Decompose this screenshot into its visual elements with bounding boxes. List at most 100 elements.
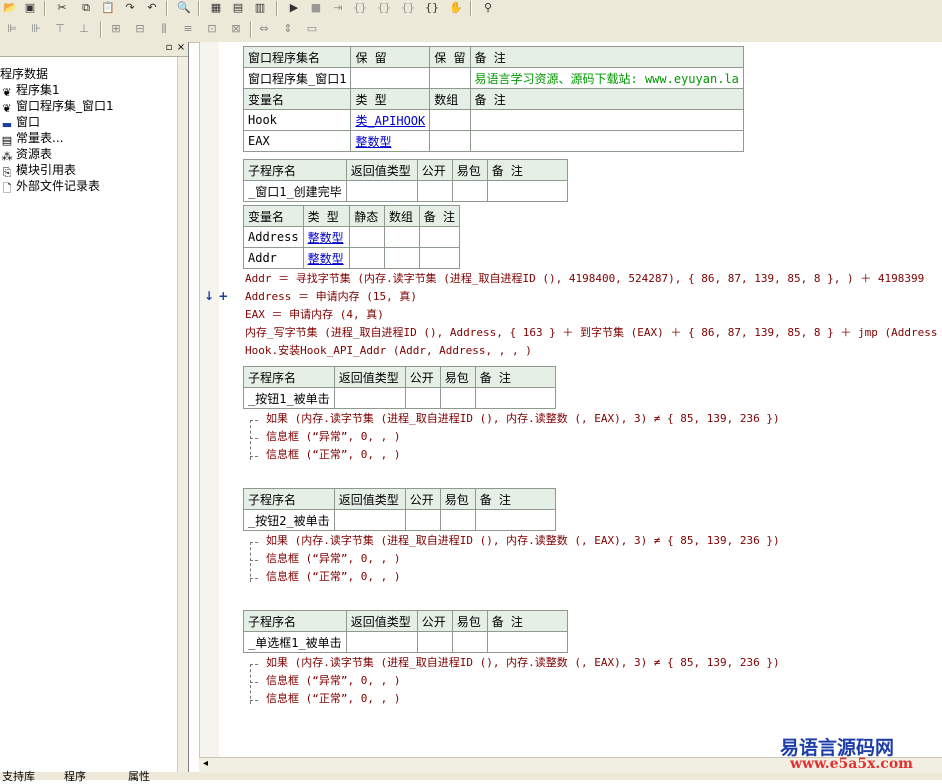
code-line[interactable]: 信息框 (“正常”, 0, , )	[266, 447, 400, 463]
code-line[interactable]: EAX ＝ 申请内存 (4, 真)	[245, 307, 384, 323]
var-type-cell[interactable]: 整数型	[302, 226, 351, 248]
cell[interactable]	[384, 247, 420, 269]
code-line[interactable]: 信息框 (“正常”, 0, , )	[266, 569, 400, 585]
same-width-icon[interactable]: ⊡	[204, 22, 220, 36]
cell[interactable]	[429, 130, 471, 152]
close-icon[interactable]: ×	[176, 43, 186, 53]
step-into-icon[interactable]: {}	[352, 1, 368, 15]
tab-properties[interactable]: 属性	[128, 768, 150, 784]
var-type-cell[interactable]: 类_APIHOOK	[350, 109, 431, 131]
same-height-icon[interactable]: ⊠	[228, 22, 244, 36]
cell[interactable]	[429, 109, 471, 131]
undo-icon[interactable]: ↶	[144, 1, 160, 15]
sub-name-cell[interactable]: _单选框1_被单击	[243, 631, 347, 653]
var-type-cell[interactable]: 整数型	[302, 247, 351, 269]
assembly-name-cell[interactable]: 窗口程序集_窗口1	[242, 67, 352, 89]
cell[interactable]	[384, 226, 420, 248]
cell[interactable]	[333, 509, 406, 531]
cell[interactable]	[350, 67, 431, 89]
align-bottom-icon[interactable]: ⊥	[76, 22, 92, 36]
cell[interactable]	[418, 226, 461, 248]
tree-item-resources[interactable]: ⁂ 资源表	[0, 146, 53, 163]
cell[interactable]	[469, 130, 744, 152]
grid-icon[interactable]: ▭	[304, 22, 320, 36]
tree-item-window[interactable]: ▬ 窗口	[0, 114, 40, 131]
tree-item-module-refs[interactable]: ⎘ 模块引用表	[0, 162, 76, 179]
cell[interactable]	[486, 180, 569, 202]
step-out-icon[interactable]: {}	[400, 1, 416, 15]
code-line[interactable]: 信息框 (“异常”, 0, , )	[266, 429, 400, 445]
align-left-icon[interactable]: ⊫	[4, 22, 20, 36]
cell[interactable]	[345, 180, 418, 202]
var-name-cell[interactable]: EAX	[242, 130, 352, 152]
tab-support-lib[interactable]: 支持库	[2, 768, 35, 784]
cell[interactable]	[416, 180, 453, 202]
layout-icon-3[interactable]: ▥	[252, 1, 268, 15]
scroll-left-icon[interactable]: ◂	[203, 758, 208, 769]
var-name-cell[interactable]: Hook	[242, 109, 352, 131]
tree-item-window-assembly[interactable]: ❦ 窗口程序集_窗口1	[0, 98, 113, 115]
open-icon[interactable]: 📂	[2, 1, 18, 15]
code-line[interactable]: 信息框 (“异常”, 0, , )	[266, 673, 400, 689]
cell[interactable]	[439, 387, 476, 409]
cell[interactable]	[349, 247, 386, 269]
run-icon[interactable]: ▶	[286, 1, 302, 15]
layout-icon-2[interactable]: ▤	[230, 1, 246, 15]
code-line[interactable]: Addr ＝ 寻找字节集 (内存.读字节集 (进程_取自进程ID (), 419…	[245, 271, 924, 287]
space-v-icon[interactable]: ⇕	[280, 22, 296, 36]
cell[interactable]	[429, 67, 471, 89]
tree-item-constants[interactable]: ▤ 常量表...	[0, 130, 64, 147]
cell[interactable]	[469, 109, 744, 131]
braces-icon[interactable]: {}	[424, 1, 440, 15]
tab-program[interactable]: 程序	[64, 768, 86, 784]
pin-icon[interactable]: ▫	[164, 43, 174, 53]
code-line[interactable]: 如果 (内存.读字节集 (进程_取自进程ID (), 内存.读整数 (, EAX…	[266, 655, 780, 671]
distribute-h-icon[interactable]: ⫼	[156, 22, 172, 36]
cell[interactable]	[345, 631, 418, 653]
code-line[interactable]: Hook.安装Hook_API_Addr (Addr, Address, , ,…	[245, 343, 532, 359]
cell[interactable]	[404, 387, 441, 409]
align-right-icon[interactable]: ⊪	[28, 22, 44, 36]
code-line[interactable]: 信息框 (“异常”, 0, , )	[266, 551, 400, 567]
assembly-note-cell[interactable]: 易语言学习资源、源码下载站: www.eyuyan.la	[469, 67, 744, 89]
cell[interactable]	[333, 387, 406, 409]
var-type-cell[interactable]: 整数型	[350, 130, 431, 152]
tree-item-module1[interactable]: ❦ 程序集1	[0, 82, 59, 99]
align-top-icon[interactable]: ⊤	[52, 22, 68, 36]
code-line[interactable]: 信息框 (“正常”, 0, , )	[266, 691, 400, 707]
center-h-icon[interactable]: ⊞	[108, 22, 124, 36]
tree-item-program-data[interactable]: 程序数据	[0, 66, 48, 82]
step-icon[interactable]: ⇥	[330, 1, 346, 15]
cell[interactable]	[418, 247, 461, 269]
sub-name-cell[interactable]: _按钮1_被单击	[243, 387, 335, 409]
cell[interactable]	[486, 631, 569, 653]
layout-icon[interactable]: ▦	[208, 1, 224, 15]
var-name-cell[interactable]: Addr	[243, 247, 304, 269]
step-over-icon[interactable]: {}	[376, 1, 392, 15]
var-name-cell[interactable]: Address	[243, 226, 304, 248]
space-h-icon[interactable]: ⇔	[256, 22, 272, 36]
paste-icon[interactable]: 📋	[100, 1, 116, 15]
cell[interactable]	[404, 509, 441, 531]
binoculars-icon[interactable]: ⚲	[480, 1, 496, 15]
stop-icon[interactable]: ■	[308, 1, 324, 15]
cell[interactable]	[474, 509, 557, 531]
code-line[interactable]: 如果 (内存.读字节集 (进程_取自进程ID (), 内存.读整数 (, EAX…	[266, 533, 780, 549]
cell[interactable]	[439, 509, 476, 531]
code-line[interactable]: Address ＝ 申请内存 (15, 真)	[245, 289, 417, 305]
distribute-v-icon[interactable]: ≡	[180, 22, 196, 36]
find-icon[interactable]: 🔍	[176, 1, 192, 15]
cell[interactable]	[451, 180, 488, 202]
hand-icon[interactable]: ✋	[448, 1, 464, 15]
code-line[interactable]: 如果 (内存.读字节集 (进程_取自进程ID (), 内存.读整数 (, EAX…	[266, 411, 780, 427]
center-v-icon[interactable]: ⊟	[132, 22, 148, 36]
tree-item-external-files[interactable]: 🗋 外部文件记录表	[0, 178, 100, 195]
sub-name-cell[interactable]: _窗口1_创建完毕	[243, 180, 347, 202]
panel-scrollbar[interactable]	[177, 57, 188, 772]
sub-name-cell[interactable]: _按钮2_被单击	[243, 509, 335, 531]
save-icon[interactable]: ▣	[22, 1, 38, 15]
redo-icon[interactable]: ↷	[122, 1, 138, 15]
copy-icon[interactable]: ⧉	[78, 1, 94, 15]
cell[interactable]	[349, 226, 386, 248]
cell[interactable]	[416, 631, 453, 653]
